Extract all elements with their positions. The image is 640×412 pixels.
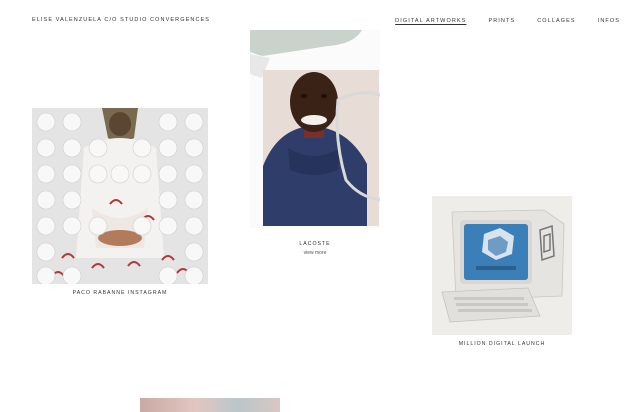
retro-computer-collage <box>432 196 572 335</box>
main-nav: DIGITAL ARTWORKS PRINTS COLLAGES INFOS <box>395 18 620 24</box>
lacoste-artwork-image[interactable] <box>250 30 384 228</box>
lacoste-caption[interactable]: LACOSTE <box>250 241 380 247</box>
nav-collages[interactable]: COLLAGES <box>537 18 575 24</box>
lacoste-collage <box>250 30 384 228</box>
paco-rabanne-caption[interactable]: PACO RABANNE INSTAGRAM <box>32 290 208 296</box>
million-digital-launch-artwork-image[interactable] <box>432 196 572 335</box>
site-title[interactable]: ELISE VALENZUELA C/O STUDIO CONVERGENCES <box>32 17 210 23</box>
next-artwork-image[interactable] <box>140 398 280 412</box>
nav-prints[interactable]: PRINTS <box>488 18 515 24</box>
million-digital-launch-caption[interactable]: MILLION DIGITAL LAUNCH <box>432 341 572 347</box>
nav-digital-artworks[interactable]: DIGITAL ARTWORKS <box>395 18 466 24</box>
lacoste-view-more-link[interactable]: view more <box>250 250 380 256</box>
paco-rabanne-collage <box>32 108 208 284</box>
nav-infos[interactable]: INFOS <box>598 18 620 24</box>
paco-rabanne-artwork-image[interactable] <box>32 108 208 284</box>
